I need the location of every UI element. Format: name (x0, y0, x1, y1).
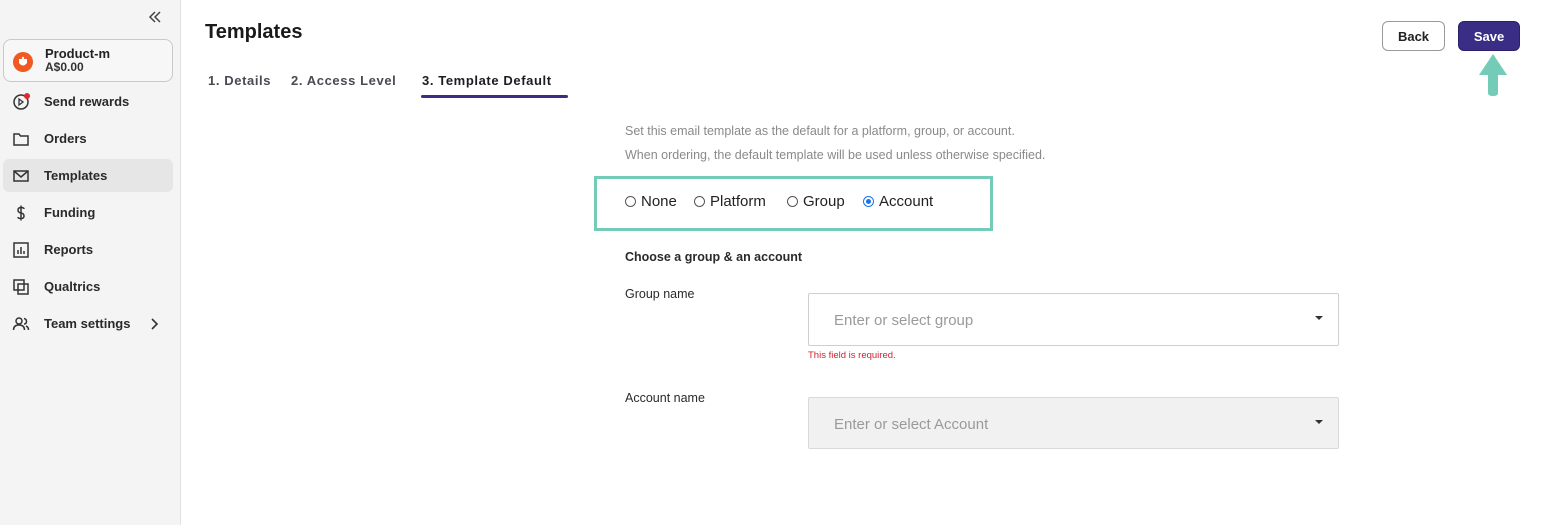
radio-label: Group (803, 192, 845, 210)
radio-option-none[interactable]: None (625, 191, 677, 211)
account-select: Enter or select Account (808, 397, 1339, 449)
radio-platform[interactable] (694, 195, 705, 207)
group-field-error: This field is required. (808, 350, 896, 361)
radio-account[interactable] (863, 195, 874, 207)
sidebar-item-label: Send rewards (44, 94, 130, 109)
sidebar-item-orders[interactable]: Orders (3, 122, 173, 155)
team-icon (12, 315, 30, 333)
chevron-right-icon (148, 317, 160, 331)
folder-icon (12, 130, 30, 148)
account-switcher[interactable]: Product-m A$0.00 (3, 39, 173, 82)
sidebar-item-funding[interactable]: Funding (3, 196, 173, 229)
send-rewards-icon (12, 93, 30, 111)
sidebar-item-reports[interactable]: Reports (3, 233, 173, 266)
sidebar-item-label: Reports (44, 242, 94, 257)
sidebar-item-label: Templates (44, 168, 108, 183)
group-select-placeholder: Enter or select group (834, 312, 974, 329)
sidebar-item-qualtrics[interactable]: Qualtrics (3, 270, 173, 303)
section-heading: Choose a group & an account (625, 250, 803, 264)
radio-none[interactable] (625, 195, 636, 207)
radio-label: Platform (710, 192, 766, 210)
sidebar-item-label: Funding (44, 205, 96, 220)
sidebar-item-templates[interactable]: Templates (3, 159, 173, 192)
save-button[interactable]: Save (1458, 21, 1520, 51)
sidebar-item-label: Team settings (44, 316, 131, 331)
group-select[interactable]: Enter or select group (808, 293, 1339, 346)
account-logo-icon (13, 52, 33, 72)
qualtrics-icon (12, 278, 30, 296)
sidebar-item-team-settings[interactable]: Team settings (3, 307, 173, 340)
radio-option-account[interactable]: Account (863, 191, 933, 211)
radio-option-group[interactable]: Group (787, 191, 845, 211)
account-name: Product-m (45, 46, 110, 61)
description-line-1: Set this email template as the default f… (625, 124, 1015, 138)
tab-access-level[interactable]: 2. Access Level (291, 73, 396, 88)
envelope-icon (12, 167, 30, 185)
back-button[interactable]: Back (1382, 21, 1445, 51)
active-tab-indicator (421, 95, 568, 98)
account-name-label: Account name (625, 391, 705, 405)
radio-label: Account (879, 192, 934, 210)
arrow-up-icon (1476, 51, 1510, 97)
bar-chart-icon (12, 241, 30, 259)
radio-label: None (641, 192, 677, 210)
radio-option-platform[interactable]: Platform (694, 191, 766, 211)
account-balance: A$0.00 (45, 60, 84, 74)
sidebar-item-label: Qualtrics (44, 279, 101, 294)
sidebar-item-send-rewards[interactable]: Send rewards (3, 85, 173, 118)
sidebar: Product-m A$0.00 Send rewards Orders Tem… (0, 0, 181, 525)
tab-template-default[interactable]: 3. Template Default (422, 73, 552, 88)
double-chevron-left-icon[interactable] (146, 8, 164, 26)
sidebar-item-label: Orders (44, 131, 87, 146)
dollar-icon (12, 204, 30, 222)
group-name-label: Group name (625, 287, 695, 301)
page-title: Templates (205, 21, 303, 43)
radio-group[interactable] (787, 195, 798, 207)
caret-down-icon (1315, 420, 1323, 424)
caret-down-icon (1315, 316, 1323, 320)
description-line-2: When ordering, the default template will… (625, 148, 1046, 162)
tab-details[interactable]: 1. Details (208, 73, 271, 88)
account-select-placeholder: Enter or select Account (834, 416, 989, 433)
